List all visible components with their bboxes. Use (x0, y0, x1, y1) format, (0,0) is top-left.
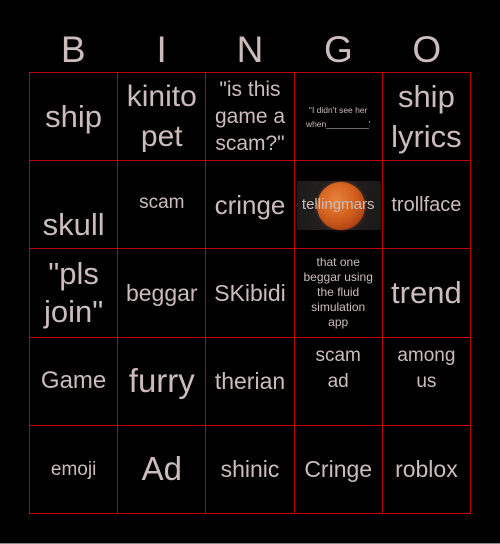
bingo-cell[interactable]: tellingmars (294, 161, 383, 250)
cell-label: "is this game a scam?" (214, 78, 286, 156)
cell-label: skull (42, 206, 105, 242)
bingo-cell[interactable]: therian (206, 337, 295, 426)
cell-label: that one beggar using the fluid simulati… (303, 255, 373, 330)
cell-label: scam (139, 192, 185, 214)
cell-label: furry (128, 362, 195, 400)
cell-label: Cringe (304, 456, 373, 483)
cell-label: roblox (395, 456, 458, 483)
bingo-cell[interactable]: roblox (382, 425, 471, 514)
bingo-cell[interactable]: Cringe (294, 425, 383, 514)
header-letter-i: I (156, 29, 167, 70)
cell-label: emoji (50, 458, 97, 480)
header-letter-n: N (236, 29, 264, 70)
bingo-cell[interactable]: "is this game a scam?" (206, 73, 295, 162)
header-letter-o: O (412, 29, 442, 70)
bingo-cell[interactable]: Ad (118, 425, 207, 514)
cell-label: kinito pet (126, 79, 197, 153)
cell-label: ship (45, 98, 103, 134)
bingo-cell[interactable]: that one beggar using the fluid simulati… (294, 249, 383, 338)
bingo-cell[interactable]: trollface (382, 161, 471, 250)
bingo-cell[interactable]: trend (382, 249, 471, 338)
cell-label: Ad (141, 450, 182, 488)
cell-label: therian (214, 368, 286, 395)
bingo-cell[interactable]: SKibidi (206, 249, 295, 338)
bingo-cell[interactable]: kinito pet (118, 73, 207, 162)
bingo-cell[interactable]: skull (30, 161, 119, 250)
cell-label: among us (397, 344, 456, 392)
cell-label: beggar (125, 279, 198, 306)
cell-label: ship lyrics (391, 78, 462, 154)
bingo-cell[interactable]: ship (30, 73, 119, 162)
bingo-cell[interactable]: shinic (206, 425, 295, 514)
bingo-cell[interactable]: among us (382, 337, 471, 426)
bingo-cell[interactable]: cringe (206, 161, 295, 250)
cell-label: cringe (214, 189, 286, 220)
bingo-cell[interactable]: scam ad (294, 337, 383, 426)
header-letter-g: G (324, 29, 353, 70)
bingo-cell[interactable]: "pls join" (30, 249, 119, 338)
cell-label: Game (40, 367, 107, 395)
bingo-cell[interactable]: furry (118, 337, 207, 426)
bingo-cell[interactable]: scam (118, 161, 207, 250)
cell-label: SKibidi (214, 279, 286, 306)
bingo-cell[interactable]: Game (30, 337, 119, 426)
header-letter-b: B (60, 29, 86, 70)
bingo-cell[interactable]: emoji (30, 425, 119, 514)
bingo-cell[interactable]: ship lyrics (382, 73, 471, 162)
bingo-cell[interactable]: beggar (118, 249, 207, 338)
bingo-header: B I N G O (29, 28, 471, 72)
cell-label: trollface (391, 193, 462, 216)
cell-label: scam ad (315, 344, 361, 392)
cell-label: tellingmars (301, 195, 375, 213)
cell-label: "I didn't see her when_________' (305, 104, 371, 129)
bingo-board: ship kinito pet "is this game a scam?" "… (29, 72, 471, 514)
bingo-cell[interactable]: "I didn't see her when_________' (294, 73, 383, 162)
cell-label: "pls join" (43, 255, 104, 329)
cell-label: shinic (220, 456, 280, 483)
cell-label: trend (391, 274, 462, 310)
